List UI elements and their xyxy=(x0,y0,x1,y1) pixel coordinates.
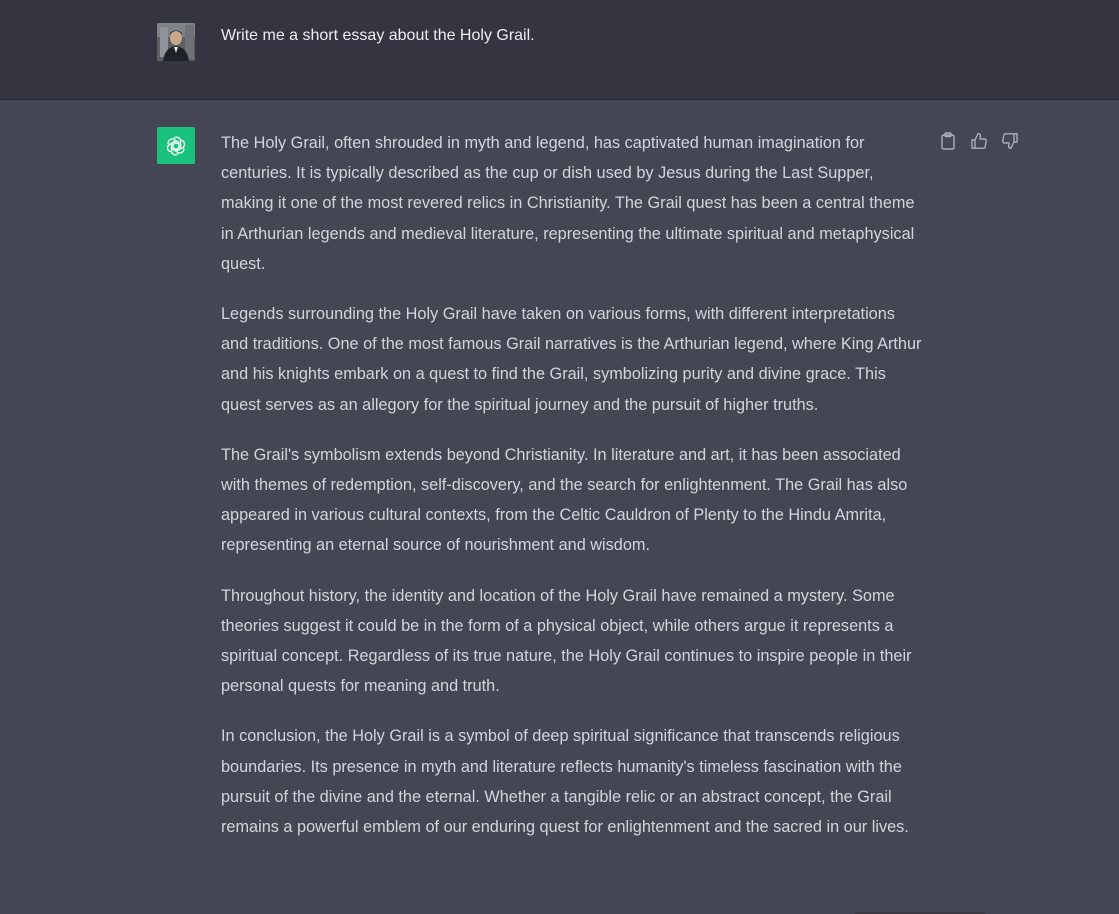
user-avatar xyxy=(157,23,195,61)
user-photo-icon xyxy=(157,23,195,61)
message-actions xyxy=(932,130,1025,152)
assistant-message-text: The Holy Grail, often shrouded in myth a… xyxy=(221,128,926,862)
answer-paragraph-2: Legends surrounding the Holy Grail have … xyxy=(221,305,922,414)
thumbs-down-icon xyxy=(1001,133,1018,149)
thumbs-up-button[interactable] xyxy=(963,130,994,152)
thumbs-down-button[interactable] xyxy=(994,130,1025,152)
answer-paragraph-3: The Grail's symbolism extends beyond Chr… xyxy=(221,445,908,555)
thumbs-up-icon xyxy=(970,133,987,149)
assistant-message-row: The Holy Grail, often shrouded in myth a… xyxy=(0,100,1119,914)
assistant-avatar xyxy=(157,127,195,164)
user-message-row: Write me a short essay about the Holy Gr… xyxy=(0,0,1119,100)
copy-button[interactable] xyxy=(932,130,963,152)
answer-paragraph-5: In conclusion, the Holy Grail is a symbo… xyxy=(221,727,909,837)
user-message-text: Write me a short essay about the Holy Gr… xyxy=(221,27,535,44)
answer-paragraph-1: The Holy Grail, often shrouded in myth a… xyxy=(221,134,915,273)
openai-logo-icon xyxy=(166,136,186,155)
clipboard-icon xyxy=(940,132,955,150)
answer-paragraph-4: Throughout history, the identity and loc… xyxy=(221,586,912,696)
